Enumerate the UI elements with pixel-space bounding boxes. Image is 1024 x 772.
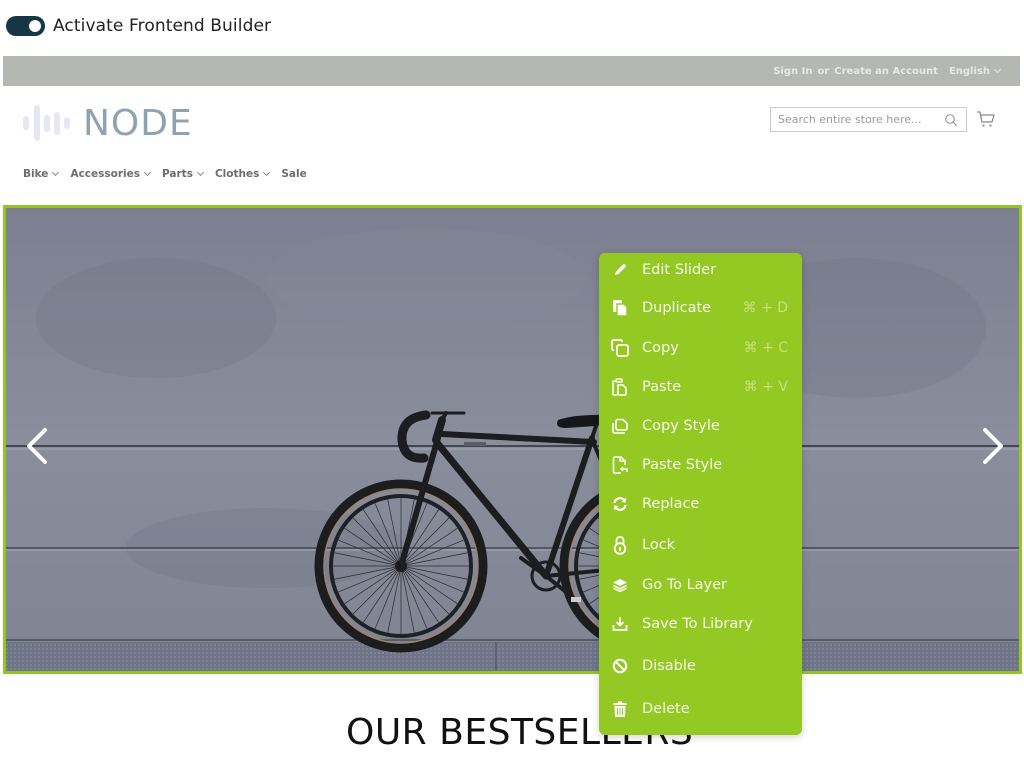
nav-item-accessories[interactable]: Accessories	[70, 168, 152, 180]
cart-icon[interactable]	[976, 110, 996, 128]
menu-item-label: Edit Slider	[642, 262, 717, 278]
menu-item-label: Go To Layer	[642, 577, 728, 593]
shortcut-hint: ⌘ + C	[743, 340, 788, 356]
layers-icon	[611, 576, 629, 594]
frontend-builder-label: Activate Frontend Builder	[53, 16, 272, 36]
context-menu: Edit Slider Duplicate ⌘ + D Copy ⌘ + C P…	[599, 253, 802, 735]
lock-icon	[611, 536, 629, 555]
paste-style-icon	[611, 456, 629, 474]
disable-icon	[611, 657, 629, 675]
menu-item-save-to-library[interactable]: Save To Library	[599, 607, 802, 641]
main-navigation: Bike Accessories Parts Clothes Sale	[23, 168, 319, 180]
search-box	[770, 107, 967, 132]
copy-style-icon	[611, 417, 629, 435]
nav-item-sale[interactable]: Sale	[281, 168, 306, 180]
copy-icon	[611, 339, 629, 357]
menu-item-paste[interactable]: Paste ⌘ + V	[599, 370, 802, 404]
logo-waveform-icon	[22, 103, 72, 143]
nav-label: Sale	[281, 168, 307, 180]
menu-item-paste-style[interactable]: Paste Style	[599, 448, 802, 482]
account-links: Sign In or Create an Account English	[768, 56, 1002, 86]
toggle-knob	[29, 20, 41, 32]
menu-item-label: Save To Library	[642, 616, 753, 632]
nav-item-bike[interactable]: Bike	[23, 168, 60, 180]
top-header-bar: Sign In or Create an Account English	[3, 56, 1020, 86]
nav-item-parts[interactable]: Parts	[162, 168, 204, 180]
menu-item-copy-style[interactable]: Copy Style	[599, 409, 802, 443]
or-text: or	[817, 65, 830, 77]
menu-item-label: Disable	[642, 658, 696, 674]
site-logo[interactable]: NODE	[22, 102, 193, 144]
nav-item-clothes[interactable]: Clothes	[214, 168, 271, 180]
pencil-icon	[611, 261, 629, 279]
hero-slider[interactable]	[3, 205, 1022, 674]
chevron-down-icon	[52, 168, 60, 177]
nav-label: Parts	[162, 168, 193, 180]
shortcut-hint: ⌘ + D	[742, 300, 788, 316]
menu-item-label: Delete	[642, 701, 690, 717]
logo-text: NODE	[83, 102, 193, 144]
menu-item-delete[interactable]: Delete	[599, 692, 802, 726]
language-switcher[interactable]: English	[948, 65, 1002, 77]
nav-label: Bike	[23, 168, 49, 180]
language-label: English	[948, 65, 990, 77]
search-icon[interactable]	[944, 113, 958, 127]
slider-next-arrow[interactable]	[979, 426, 1007, 466]
search-input[interactable]	[771, 113, 936, 126]
trash-icon	[611, 700, 629, 718]
replace-icon	[611, 495, 629, 513]
paste-icon	[611, 378, 629, 396]
nav-label: Accessories	[70, 168, 140, 180]
shortcut-hint: ⌘ + V	[743, 379, 788, 395]
chevron-down-icon	[263, 168, 271, 177]
menu-item-label: Duplicate	[642, 300, 712, 316]
slide-image-bicycle	[6, 208, 1019, 671]
menu-item-duplicate[interactable]: Duplicate ⌘ + D	[599, 291, 802, 325]
slider-prev-arrow[interactable]	[23, 426, 51, 466]
menu-item-label: Paste	[642, 379, 682, 395]
menu-item-lock[interactable]: Lock	[599, 528, 802, 562]
nav-label: Clothes	[214, 168, 260, 180]
menu-item-label: Paste Style	[642, 457, 723, 473]
menu-item-edit-slider[interactable]: Edit Slider	[599, 253, 802, 287]
sign-in-link[interactable]: Sign In	[773, 66, 812, 77]
chevron-down-icon	[143, 168, 152, 177]
chevron-down-icon	[993, 65, 1002, 74]
menu-item-label: Copy Style	[642, 418, 720, 434]
frontend-builder-bar: Activate Frontend Builder	[6, 14, 271, 38]
download-icon	[611, 615, 629, 633]
duplicate-icon	[611, 299, 629, 317]
menu-item-label: Copy	[642, 340, 679, 356]
menu-item-replace[interactable]: Replace	[599, 487, 802, 521]
menu-item-copy[interactable]: Copy ⌘ + C	[599, 331, 802, 365]
menu-item-label: Replace	[642, 496, 700, 512]
menu-item-disable[interactable]: Disable	[599, 649, 802, 683]
frontend-builder-toggle[interactable]	[6, 16, 45, 36]
create-account-link[interactable]: Create an Account	[834, 66, 938, 77]
menu-item-go-to-layer[interactable]: Go To Layer	[599, 568, 802, 602]
chevron-down-icon	[196, 168, 204, 177]
menu-item-label: Lock	[642, 537, 676, 553]
